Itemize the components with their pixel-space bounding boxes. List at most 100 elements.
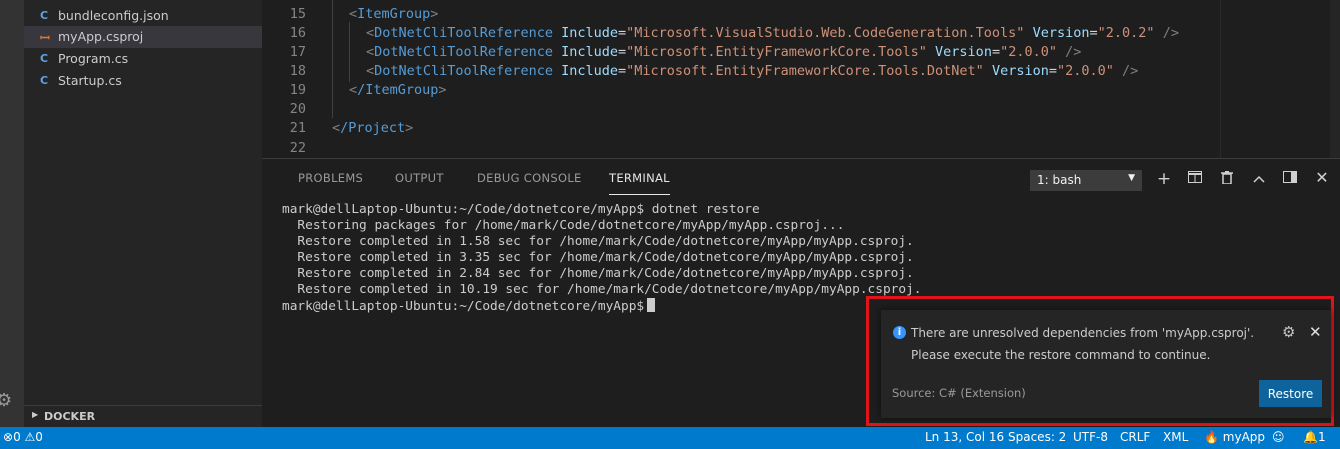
terminal-prompt: mark@dellLaptop-Ubuntu:~/Code/dotnetcore… xyxy=(282,299,645,314)
flame-icon: 🔥 xyxy=(1204,430,1219,444)
code-line: 15 <ItemGroup> xyxy=(262,6,1340,25)
terminal-line: Restoring packages for /home/mark/Code/d… xyxy=(282,218,845,233)
notification-message-detail: Please execute the restore command to co… xyxy=(911,348,1211,362)
docker-label: DOCKER xyxy=(44,410,96,423)
project-status[interactable]: 🔥 myApp xyxy=(1204,430,1265,444)
xml-tag: DotNetCliToolReference xyxy=(374,63,553,79)
code-line: 19 </ItemGroup> xyxy=(262,82,1340,101)
tab-debug-console[interactable]: DEBUG CONSOLE xyxy=(477,171,582,185)
terminal-cursor xyxy=(647,298,656,312)
xml-value: Microsoft.EntityFrameworkCore.Tools xyxy=(634,44,919,60)
explorer-sidebar: C bundleconfig.json ꟷ myApp.csproj C Pro… xyxy=(24,0,262,427)
xml-value: 2.0.2 xyxy=(1105,25,1147,41)
terminal-output[interactable]: mark@dellLaptop-Ubuntu:~/Code/dotnetcore… xyxy=(282,202,921,315)
terminal-selector[interactable]: 1: bash ▼ xyxy=(1030,170,1142,191)
csharp-icon: C xyxy=(40,74,49,87)
indentation-status[interactable]: Spaces: 2 xyxy=(1008,430,1066,444)
code-line: 22 xyxy=(262,140,1340,158)
problems-status[interactable]: ⊗0 ⚠0 xyxy=(3,430,43,444)
csharp-icon: C xyxy=(40,52,49,65)
notification-message: There are unresolved dependencies from '… xyxy=(911,326,1255,340)
line-number: 20 xyxy=(289,101,306,117)
status-bar: ⊗0 ⚠0 Ln 13, Col 16 Spaces: 2 UTF-8 CRLF… xyxy=(0,427,1340,449)
file-name: Program.cs xyxy=(58,51,129,66)
bell-icon: 🔔 xyxy=(1303,430,1318,444)
notification-source: Source: C# (Extension) xyxy=(892,386,1026,400)
xml-value: 2.0.0 xyxy=(1065,63,1106,79)
terminal-selector-value: 1: bash xyxy=(1037,173,1082,187)
code-line: 17 <DotNetCliToolReference Include="Micr… xyxy=(262,44,1340,63)
activity-bar: ⚙ xyxy=(0,0,24,427)
xml-attr: Include xyxy=(561,44,618,60)
encoding-status[interactable]: UTF-8 xyxy=(1073,430,1108,444)
xml-attr: Include xyxy=(561,63,618,79)
line-number: 18 xyxy=(289,63,306,79)
line-number: 16 xyxy=(289,25,306,41)
notification-toast: i There are unresolved dependencies from… xyxy=(881,310,1331,418)
terminal-line: Restore completed in 2.84 sec for /home/… xyxy=(282,266,914,281)
line-number: 17 xyxy=(289,44,306,60)
feedback-smiley-icon[interactable]: ☺ xyxy=(1272,430,1285,444)
close-icon[interactable]: ✕ xyxy=(1309,323,1322,341)
code-line: 21 </Project> xyxy=(262,120,1340,139)
language-mode[interactable]: XML xyxy=(1163,430,1188,444)
terminal-line: mark@dellLaptop-Ubuntu:~/Code/dotnetcore… xyxy=(282,202,760,217)
error-count: 0 xyxy=(13,430,21,444)
new-terminal-plus-icon[interactable]: + xyxy=(1155,169,1173,189)
file-item-bundleconfig[interactable]: C bundleconfig.json xyxy=(24,5,262,27)
line-number: 22 xyxy=(289,140,306,156)
file-name: bundleconfig.json xyxy=(58,8,169,23)
file-name: myApp.csproj xyxy=(58,29,144,44)
line-number: 19 xyxy=(289,82,306,98)
gear-icon[interactable]: ⚙ xyxy=(1282,323,1295,341)
tab-output[interactable]: OUTPUT xyxy=(395,171,444,185)
cursor-position[interactable]: Ln 13, Col 16 xyxy=(925,430,1004,444)
close-panel-icon[interactable]: ✕ xyxy=(1313,168,1331,187)
xml-value: Microsoft.EntityFrameworkCore.Tools.DotN… xyxy=(634,63,976,79)
line-number: 15 xyxy=(289,6,306,22)
chevron-right-icon: ▶ xyxy=(32,410,39,419)
code-line: 18 <DotNetCliToolReference Include="Micr… xyxy=(262,63,1340,82)
split-terminal-icon[interactable] xyxy=(1186,171,1204,187)
project-name: myApp xyxy=(1222,430,1266,444)
code-line: 20 xyxy=(262,101,1340,120)
xml-attr: Version xyxy=(935,44,992,60)
tab-problems[interactable]: PROBLEMS xyxy=(298,171,363,185)
xml-tag: DotNetCliToolReference xyxy=(374,25,553,41)
restore-button[interactable]: Restore xyxy=(1259,380,1322,407)
xml-tag: DotNetCliToolReference xyxy=(374,44,553,60)
terminal-line: Restore completed in 1.58 sec for /home/… xyxy=(282,234,914,249)
file-item-program[interactable]: C Program.cs xyxy=(24,48,262,70)
code-line: 16 <DotNetCliToolReference Include="Micr… xyxy=(262,25,1340,44)
xml-attr: Version xyxy=(1032,25,1090,41)
csharp-icon: C xyxy=(40,9,49,22)
eol-status[interactable]: CRLF xyxy=(1120,430,1150,444)
maximize-panel-chevron-up-icon[interactable] xyxy=(1250,171,1268,187)
xml-value: 2.0.0 xyxy=(1008,44,1049,60)
xml-tag: /Project xyxy=(340,120,406,136)
code-editor[interactable]: 15 <ItemGroup> 16 <DotNetCliToolReferenc… xyxy=(262,0,1340,158)
warning-count: 0 xyxy=(35,430,43,444)
tab-terminal[interactable]: TERMINAL xyxy=(609,171,670,195)
xml-value: Microsoft.VisualStudio.Web.CodeGeneratio… xyxy=(634,25,1017,41)
trash-icon[interactable] xyxy=(1218,171,1236,188)
xml-tag: /ItemGroup xyxy=(357,82,439,98)
settings-gear-icon[interactable]: ⚙ xyxy=(0,390,12,411)
toggle-panel-position-icon[interactable] xyxy=(1281,171,1299,187)
docker-section-header[interactable]: ▶ DOCKER xyxy=(24,405,262,428)
xml-tag: ItemGroup xyxy=(357,6,431,22)
xml-attr: Version xyxy=(991,63,1049,79)
dropdown-arrow-icon: ▼ xyxy=(1128,173,1135,183)
terminal-line: Restore completed in 3.35 sec for /home/… xyxy=(282,250,914,265)
notification-count: 1 xyxy=(1317,430,1326,444)
file-item-startup[interactable]: C Startup.cs xyxy=(24,70,262,92)
file-item-myapp-csproj[interactable]: ꟷ myApp.csproj xyxy=(24,26,262,48)
info-icon: i xyxy=(893,326,906,339)
editor-scrollbar[interactable] xyxy=(1330,0,1340,158)
rss-icon: ꟷ xyxy=(40,31,50,45)
notifications-status[interactable]: 🔔1 xyxy=(1303,430,1326,444)
xml-attr: Include xyxy=(561,25,618,41)
terminal-line: Restore completed in 10.19 sec for /home… xyxy=(282,282,922,297)
minimap-divider xyxy=(1220,0,1221,158)
error-icon: ⊗ xyxy=(3,430,14,444)
